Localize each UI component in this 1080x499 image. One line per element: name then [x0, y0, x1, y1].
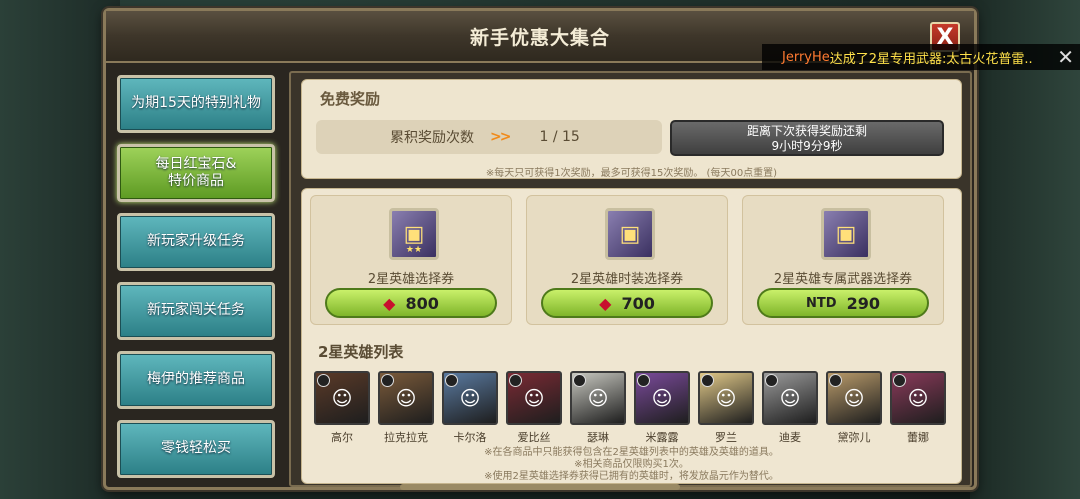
card-name: 2星英雄选择券 — [367, 272, 455, 287]
hero-note: ※使用2星英雄选择券获得已拥有的英雄时，将发放晶元作为替代。 — [484, 471, 779, 482]
hero-card[interactable]: ☺ 米露露 — [634, 371, 690, 445]
hero-card[interactable]: ☺ 拉克拉克 — [378, 371, 434, 445]
double-arrow-icon: >> — [490, 129, 512, 145]
hero-portrait: ☺ — [442, 371, 498, 425]
class-icon — [893, 374, 906, 387]
hero-list-heading: 2星英雄列表 — [318, 343, 404, 361]
background-right — [970, 0, 1080, 499]
notice-player-name: JerryHe — [782, 49, 830, 65]
hero-note: ※相关商品仅限购买1次。 — [574, 459, 689, 470]
class-icon — [637, 374, 650, 387]
hero-portrait: ☺ — [314, 371, 370, 425]
hero-card[interactable]: ☺ 罗兰 — [698, 371, 754, 445]
card-name: 2星英雄时装选择券 — [570, 272, 684, 287]
hero-name: 瑟琳 — [587, 431, 609, 444]
reward-count-bar: 累积奖励次数 >> 1 / 15 — [316, 120, 662, 154]
background-left — [0, 0, 120, 499]
hero-card[interactable]: ☺ 迪麦 — [762, 371, 818, 445]
class-icon — [445, 374, 458, 387]
hero-notes: ※在各商品中只能获得包含在2星英雄列表中的英雄及英雄的道具。 ※相关商品仅限购买… — [302, 447, 961, 483]
buy-button[interactable]: ◆ 700 — [541, 288, 713, 318]
class-icon — [573, 374, 586, 387]
sidebar-item-15-day-gift[interactable]: 为期15天的特别礼物 — [117, 75, 275, 133]
hero-portrait: ☺ — [890, 371, 946, 425]
hero-portrait: ☺ — [570, 371, 626, 425]
ruby-icon: ◆ — [599, 293, 612, 313]
buy-button[interactable]: ◆ 800 — [325, 288, 497, 318]
sidebar-item-recommended[interactable]: 梅伊的推荐商品 — [117, 351, 275, 409]
hero-list: ☺ 高尔 ☺ 拉克拉克 ☺ 卡尔洛 ☺ 爱比丝 ☺ 瑟琳 ☺ 米露露 ☺ 罗兰 ☺ 迪麦 ☺ 黛弥儿 ☺ 蕾娜 — [314, 371, 954, 445]
hero-ticket-icon: ▣ ★★ — [389, 208, 439, 260]
class-icon — [765, 374, 778, 387]
free-reward-note: ※每天只可获得1次奖励，最多可获得15次奖励。 (每天00点重置) — [485, 168, 778, 179]
hero-card[interactable]: ☺ 爱比丝 — [506, 371, 562, 445]
hero-name: 卡尔洛 — [453, 431, 487, 444]
hero-name: 高尔 — [331, 431, 353, 444]
free-reward-heading: 免费奖励 — [320, 90, 381, 108]
shop-card-hero-ticket: ▣ ★★ 2星英雄选择券 ◆ 800 — [310, 195, 512, 325]
hero-card[interactable]: ☺ 卡尔洛 — [442, 371, 498, 445]
hero-card[interactable]: ☺ 蕾娜 — [890, 371, 946, 445]
hero-name: 米露露 — [645, 431, 679, 444]
notice-close-icon[interactable]: ✕ — [1057, 45, 1074, 69]
class-icon — [381, 374, 394, 387]
price-value: 800 — [405, 293, 439, 313]
ruby-icon: ◆ — [383, 293, 396, 313]
content-area: 免费奖励 累积奖励次数 >> 1 / 15 距离下次获得奖励还剩 9小时9分9秒… — [289, 71, 972, 487]
sidebar: 为期15天的特别礼物 每日红宝石& 特价商品 新玩家升级任务 新玩家闯关任务 梅… — [113, 75, 279, 489]
hero-note: ※在各商品中只能获得包含在2星英雄列表中的英雄及英雄的道具。 — [484, 447, 779, 458]
sidebar-item-level-quest[interactable]: 新玩家升级任务 — [117, 213, 275, 271]
shop-card-costume-ticket: ▣ 2星英雄时装选择券 ◆ 700 — [526, 195, 728, 325]
notice-message: 达成了2星专用武器:太古火花普雷.. — [829, 51, 1033, 67]
buy-button[interactable]: NTD 290 — [757, 288, 929, 318]
card-name: 2星英雄专属武器选择券 — [773, 272, 913, 287]
price-value: 290 — [846, 293, 880, 313]
hero-name: 拉克拉克 — [384, 431, 428, 444]
offer-window: 新手优惠大集合 X 为期15天的特别礼物 每日红宝石& 特价商品 新玩家升级任务… — [103, 8, 977, 490]
scroll-indicator — [400, 484, 680, 490]
hero-portrait: ☺ — [826, 371, 882, 425]
hero-name: 爱比丝 — [517, 431, 551, 444]
reward-count-label: 累积奖励次数 — [390, 130, 474, 146]
sidebar-item-daily-ruby[interactable]: 每日红宝石& 特价商品 — [117, 144, 275, 202]
free-reward-panel: 免费奖励 累积奖励次数 >> 1 / 15 距离下次获得奖励还剩 9小时9分9秒… — [301, 79, 962, 179]
broadcast-notice: JerryHe 达成了2星专用武器:太古火花普雷.. ✕ — [762, 44, 1080, 70]
hero-portrait: ☺ — [762, 371, 818, 425]
currency-label: NTD — [806, 295, 837, 311]
costume-ticket-icon: ▣ — [605, 208, 655, 260]
shop-panel: ▣ ★★ 2星英雄选择券 ◆ 800 ▣ 2星英雄时装选择券 ◆ 700 ▣ 2星… — [301, 188, 962, 484]
hero-card[interactable]: ☺ 黛弥儿 — [826, 371, 882, 445]
reward-count-value: 1 / 15 — [539, 129, 580, 145]
sidebar-item-stage-quest[interactable]: 新玩家闯关任务 — [117, 282, 275, 340]
price-value: 700 — [621, 293, 655, 313]
hero-name: 迪麦 — [779, 431, 801, 444]
hero-name: 黛弥儿 — [837, 431, 871, 444]
shop-card-weapon-ticket: ▣ 2星英雄专属武器选择券 NTD 290 — [742, 195, 944, 325]
hero-portrait: ☺ — [634, 371, 690, 425]
hero-portrait: ☺ — [698, 371, 754, 425]
timer-label: 距离下次获得奖励还剩 — [746, 124, 867, 138]
hero-portrait: ☺ — [506, 371, 562, 425]
sidebar-item-easy-buy[interactable]: 零钱轻松买 — [117, 420, 275, 478]
weapon-ticket-icon: ▣ — [821, 208, 871, 260]
hero-name: 罗兰 — [715, 431, 737, 444]
window-title: 新手优惠大集合 — [469, 26, 610, 49]
hero-card[interactable]: ☺ 高尔 — [314, 371, 370, 445]
hero-card[interactable]: ☺ 瑟琳 — [570, 371, 626, 445]
class-icon — [317, 374, 330, 387]
next-reward-timer-button[interactable]: 距离下次获得奖励还剩 9小时9分9秒 — [670, 120, 944, 156]
timer-value: 9小时9分9秒 — [771, 139, 843, 153]
hero-portrait: ☺ — [378, 371, 434, 425]
hero-name: 蕾娜 — [907, 431, 929, 444]
class-icon — [829, 374, 842, 387]
class-icon — [509, 374, 522, 387]
class-icon — [701, 374, 714, 387]
